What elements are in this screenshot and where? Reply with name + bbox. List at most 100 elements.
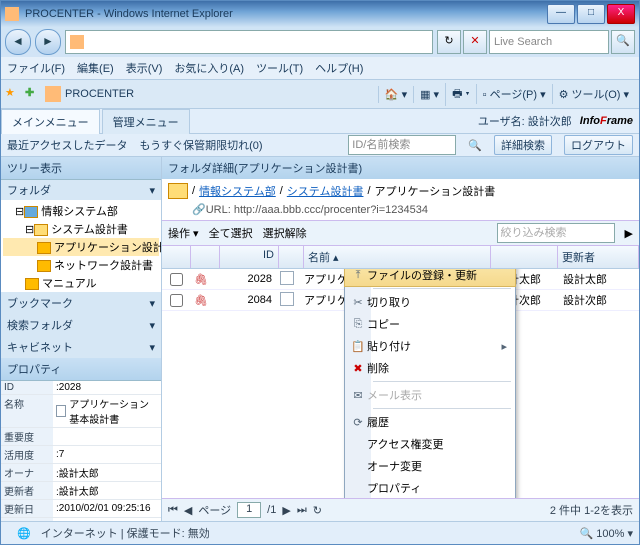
menu-file[interactable]: ファイル(F) <box>7 60 65 76</box>
row-checkbox[interactable] <box>170 294 183 307</box>
ctx-owner[interactable]: オーナ変更 <box>345 455 515 477</box>
zoom-control[interactable]: 🔍 100% ▾ <box>580 527 633 540</box>
pager-prev[interactable]: ◀ <box>184 504 192 517</box>
tree-node[interactable]: マニュアル <box>3 274 159 292</box>
col-checkbox[interactable] <box>162 246 191 268</box>
tab-title[interactable]: PROCENTER <box>65 88 378 100</box>
bookmark-header[interactable]: ブックマーク▾ <box>1 292 161 314</box>
property-grid: ID:2028名称アプリケーション基本設計書重要度活用度:7オーナ:設計太郎更新… <box>1 381 161 521</box>
titlebar: PROCENTER - Windows Internet Explorer — … <box>1 1 639 27</box>
print-button[interactable]: 🖶 ▾ <box>445 83 476 106</box>
pager-page-input[interactable]: 1 <box>237 502 261 518</box>
filter-go-icon[interactable]: ▶ <box>625 227 633 240</box>
recent-link[interactable]: 最近アクセスしたデータ <box>7 137 127 153</box>
back-button[interactable]: ◄ <box>5 29 31 55</box>
cabinet-header[interactable]: キャビネット▾ <box>1 336 161 358</box>
search-input[interactable]: Live Search <box>489 30 609 54</box>
expiring-link[interactable]: もうすぐ保管期限切れ(0) <box>139 137 262 153</box>
ctx-delete[interactable]: ✖削除 <box>345 357 515 379</box>
paste-icon: 📋 <box>349 340 367 353</box>
pager-next[interactable]: ▶ <box>282 504 290 517</box>
attachment-icon: 🖇 <box>194 294 206 306</box>
search-icon[interactable]: 🔍 <box>468 139 482 152</box>
property-row: 重要度 <box>1 428 161 446</box>
url-line: 🔗URL: http://aaa.bbb.ccc/procenter?i=123… <box>162 203 639 220</box>
close-button[interactable]: X <box>607 4 635 24</box>
forward-button[interactable]: ► <box>35 29 61 55</box>
col-icon[interactable] <box>279 246 304 268</box>
folder-header[interactable]: フォルダ▾ <box>1 180 161 200</box>
home-button[interactable]: 🏠 ▾ <box>378 86 413 103</box>
id-search-input[interactable]: ID/名前検索 <box>348 135 456 155</box>
menu-favorites[interactable]: お気に入り(A) <box>174 60 244 76</box>
ctx-copy[interactable]: ⎘コピー <box>345 313 515 335</box>
breadcrumb-current: アプリケーション設計書 <box>375 183 496 199</box>
mail-icon: ✉ <box>349 389 367 402</box>
tools-menu[interactable]: ⚙ ツール(O) ▾ <box>552 84 635 104</box>
pager-last[interactable]: ⏭ <box>297 504 307 517</box>
breadcrumb-link[interactable]: システム設計書 <box>287 183 364 199</box>
pager-first[interactable]: ⏮ <box>168 504 178 517</box>
property-row: オーナ:設計太郎 <box>1 464 161 482</box>
app-tabs: メインメニュー 管理メニュー ユーザ名: 設計次郎 InfoFrame <box>1 109 639 134</box>
pager-refresh[interactable]: ↻ <box>313 504 322 517</box>
grid-body: 🖇2028アプリケーション基設計太郎設計太郎🖇2084アプリケーション詳設計次郎… <box>162 269 639 498</box>
filter-input[interactable]: 絞り込み検索 <box>497 223 615 243</box>
page-menu[interactable]: ▫ ページ(P) ▾ <box>476 84 552 104</box>
ctx-mail[interactable]: ✉メール表示 <box>345 384 515 406</box>
page-icon <box>70 35 84 49</box>
context-menu: ⤒ファイルの登録・更新 ✂切り取り ⎘コピー 📋貼り付け▸ ✖削除 ✉メール表示… <box>344 269 516 498</box>
menu-tools[interactable]: ツール(T) <box>256 60 303 76</box>
infoframe-logo: InfoFrame <box>580 115 633 127</box>
ctx-paste[interactable]: 📋貼り付け▸ <box>345 335 515 357</box>
logout-button[interactable]: ログアウト <box>564 135 633 155</box>
search-folder-header[interactable]: 検索フォルダ▾ <box>1 314 161 336</box>
ctx-cut[interactable]: ✂切り取り <box>345 291 515 313</box>
delete-icon: ✖ <box>349 362 367 375</box>
tree-root[interactable]: ⊟情報システム部 <box>3 202 159 220</box>
minimize-button[interactable]: — <box>547 4 575 24</box>
row-checkbox[interactable] <box>170 273 183 286</box>
ctx-history[interactable]: ⟳履歴 <box>345 411 515 433</box>
main-header: フォルダ詳細(アプリケーション設計書) <box>162 157 639 179</box>
tree-node[interactable]: ネットワーク設計書 <box>3 256 159 274</box>
col-updater[interactable] <box>491 246 558 268</box>
property-header: プロパティ <box>1 358 161 381</box>
menu-view[interactable]: 表示(V) <box>126 60 163 76</box>
tree-node-selected[interactable]: アプリケーション設計書 <box>3 238 159 256</box>
ctx-file-register[interactable]: ⤒ファイルの登録・更新 <box>344 269 516 287</box>
menu-help[interactable]: ヘルプ(H) <box>315 60 363 76</box>
menu-edit[interactable]: 編集(E) <box>77 60 114 76</box>
address-bar[interactable] <box>65 30 433 54</box>
internet-zone-icon: 🌐 <box>17 527 31 540</box>
deselect-button[interactable]: 選択解除 <box>263 225 307 241</box>
feeds-button[interactable]: ▦ ▾ <box>413 86 445 103</box>
tab-admin-menu[interactable]: 管理メニュー <box>102 109 190 134</box>
col-name[interactable]: 名前 ▴ <box>304 246 491 268</box>
col-updater2[interactable]: 更新者 <box>558 246 639 268</box>
refresh-button[interactable]: ↻ <box>437 30 461 54</box>
breadcrumb-link[interactable]: 情報システム部 <box>199 183 276 199</box>
maximize-button[interactable]: □ <box>577 4 605 24</box>
operations-menu[interactable]: 操作 ▾ <box>168 225 199 241</box>
col-id[interactable]: ID <box>220 246 279 268</box>
col-attach[interactable] <box>191 246 220 268</box>
ctx-access[interactable]: アクセス権変更 <box>345 433 515 455</box>
tree-header: ツリー表示 <box>1 157 161 180</box>
property-row: 更新者:設計太郎 <box>1 482 161 500</box>
select-all-button[interactable]: 全て選択 <box>209 225 253 241</box>
url-value[interactable]: http://aaa.bbb.ccc/procenter?i=1234534 <box>234 204 428 216</box>
cut-icon: ✂ <box>349 296 367 309</box>
grid-header: ID 名前 ▴ 更新者 <box>162 246 639 269</box>
favorites-icon[interactable]: ★ <box>5 86 21 102</box>
add-favorite-icon[interactable]: ✚ <box>25 86 41 102</box>
detail-search-button[interactable]: 詳細検索 <box>494 135 552 155</box>
ctx-properties[interactable]: プロパティ <box>345 477 515 498</box>
tree-node[interactable]: ⊟システム設計書 <box>3 220 159 238</box>
property-row: 活用度:7 <box>1 446 161 464</box>
sub-toolbar: 最近アクセスしたデータ もうすぐ保管期限切れ(0) ID/名前検索 🔍 詳細検索… <box>1 134 639 157</box>
user-label: ユーザ名: <box>478 116 525 128</box>
tab-main-menu[interactable]: メインメニュー <box>1 109 100 134</box>
stop-button[interactable]: ✕ <box>463 30 487 54</box>
search-go-button[interactable]: 🔍 <box>611 30 635 54</box>
